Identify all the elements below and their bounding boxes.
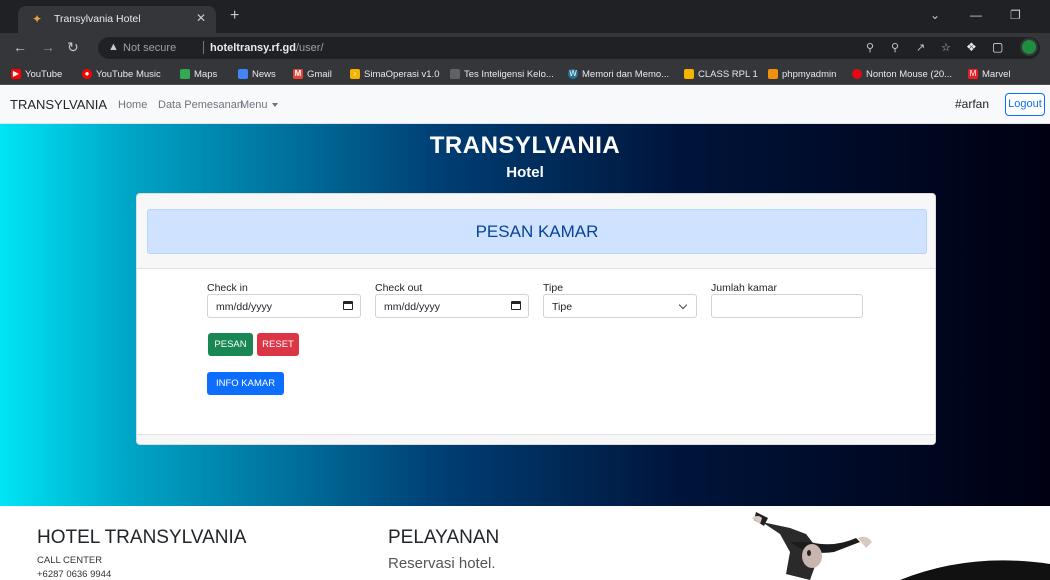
video-icon [852,69,862,79]
site-navbar: TRANSYLVANIA Home Data Pemesanan Menu #a… [0,86,1050,124]
hero-title: TRANSYLVANIA [429,132,621,159]
call-center-phone: +6287 0636 9944 [37,569,112,580]
share-icon[interactable]: ↗ [916,41,925,54]
extensions-icon[interactable]: ❖ [966,40,977,54]
url-text: hoteltransy.rf.gd/user/ [210,42,324,54]
new-tab-icon[interactable]: + [230,8,239,24]
phpmyadmin-icon [768,69,778,79]
address-bar[interactable]: ▲ Not secure hoteltransy.rf.gd/user/ ⚲ ⚲… [98,37,1040,59]
bookmark-item[interactable]: CLASS RPL 1 [684,67,758,81]
browser-toolbar: ← → ↻ ▲ Not secure hoteltransy.rf.gd/use… [0,33,1050,63]
divider [203,41,204,54]
nav-home[interactable]: Home [118,99,147,111]
classroom-icon [684,69,694,79]
reset-button[interactable]: RESET [257,333,299,356]
bookmark-item[interactable]: W Memori dan Memo... [568,67,669,81]
bookmark-item[interactable]: › SimaOperasi v1.0 [350,67,440,81]
calendar-icon[interactable] [511,301,521,310]
bookmark-item[interactable]: Nonton Mouse (20... [852,67,952,81]
youtube-music-icon: ● [82,69,92,79]
card-header: PESAN KAMAR [137,194,935,269]
key-icon[interactable]: ⚲ [866,41,874,54]
chevron-down-icon [678,300,688,310]
nav-menu-dropdown[interactable]: Menu [240,99,278,111]
close-tab-icon[interactable]: ✕ [196,11,206,25]
type-label: Tipe [543,282,564,294]
bookmark-star-icon[interactable]: ☆ [941,41,951,54]
footer-service-title: PELAYANAN [388,527,500,548]
info-kamar-button[interactable]: INFO KAMAR [207,372,284,395]
caret-down-icon [271,103,278,108]
type-select[interactable]: Tipe [543,294,697,318]
youtube-icon: ▶ [11,69,21,79]
warning-icon[interactable]: ▲ [108,41,119,53]
minimize-icon[interactable]: — [970,8,982,22]
hero-subtitle: Hotel [506,164,544,181]
arrow-icon: › [350,69,360,79]
card-footer [137,434,935,444]
restore-icon[interactable]: ❐ [1010,8,1021,22]
marvel-icon: M [968,69,978,79]
bookmark-item[interactable]: ▶ YouTube [11,67,62,81]
maps-icon [180,69,190,79]
nav-data-pemesanan[interactable]: Data Pemesanan [158,99,243,111]
news-icon [238,69,248,79]
tab-title: Transylvania Hotel [54,13,141,25]
bookmarks-bar: ▶ YouTube ● YouTube Music Maps News M Gmail… [0,63,1050,85]
bookmark-item[interactable]: ● YouTube Music [82,67,161,81]
dracula-mascot-image [752,512,1050,580]
reload-icon[interactable]: ↻ [67,40,79,54]
check-in-label: Check in [207,282,248,294]
browser-tab[interactable]: ✦ Transylvania Hotel ✕ [18,6,216,33]
page-icon [450,69,460,79]
side-panel-icon[interactable]: ▢ [992,40,1003,54]
rooms-label: Jumlah kamar [711,282,777,294]
bookmark-item[interactable]: News [238,67,276,81]
booking-heading: PESAN KAMAR [147,209,927,254]
check-out-label: Check out [375,282,423,294]
browser-tab-bar: ✦ Transylvania Hotel ✕ + ⌄ — ❐ [0,0,1050,33]
pesan-button[interactable]: PESAN [208,333,253,356]
bookmark-item[interactable]: Tes Inteligensi Kelo... [450,67,554,81]
back-icon[interactable]: ← [13,40,27,54]
check-out-input[interactable]: mm/dd/yyyy [375,294,529,318]
forward-icon[interactable]: → [41,40,55,54]
logout-button[interactable]: Logout [1005,93,1045,116]
footer-hotel-title: HOTEL TRANSYLVANIA [37,527,247,548]
rooms-input[interactable] [711,294,863,318]
tab-search-icon[interactable]: ⌄ [930,8,940,22]
zoom-icon[interactable]: ⚲ [891,41,899,54]
service-item: Reservasi hotel. [388,555,496,572]
profile-avatar-icon[interactable] [1020,38,1038,56]
gmail-icon: M [293,69,303,79]
wordpress-icon: W [568,69,578,79]
bookmark-item[interactable]: M Gmail [293,67,332,81]
hotel-favicon-icon: ✦ [32,12,43,26]
bookmark-item[interactable]: phpmyadmin [768,67,836,81]
navbar-brand[interactable]: TRANSYLVANIA [10,97,107,112]
security-label: Not secure [123,42,177,54]
calendar-icon[interactable] [343,301,353,310]
bookmark-item[interactable]: M Marvel [968,67,1011,81]
booking-card: PESAN KAMAR [136,193,936,445]
call-center-label: CALL CENTER [37,555,103,566]
check-in-input[interactable]: mm/dd/yyyy [207,294,361,318]
username: #arfan [955,97,990,111]
bookmark-item[interactable]: Maps [180,67,217,81]
